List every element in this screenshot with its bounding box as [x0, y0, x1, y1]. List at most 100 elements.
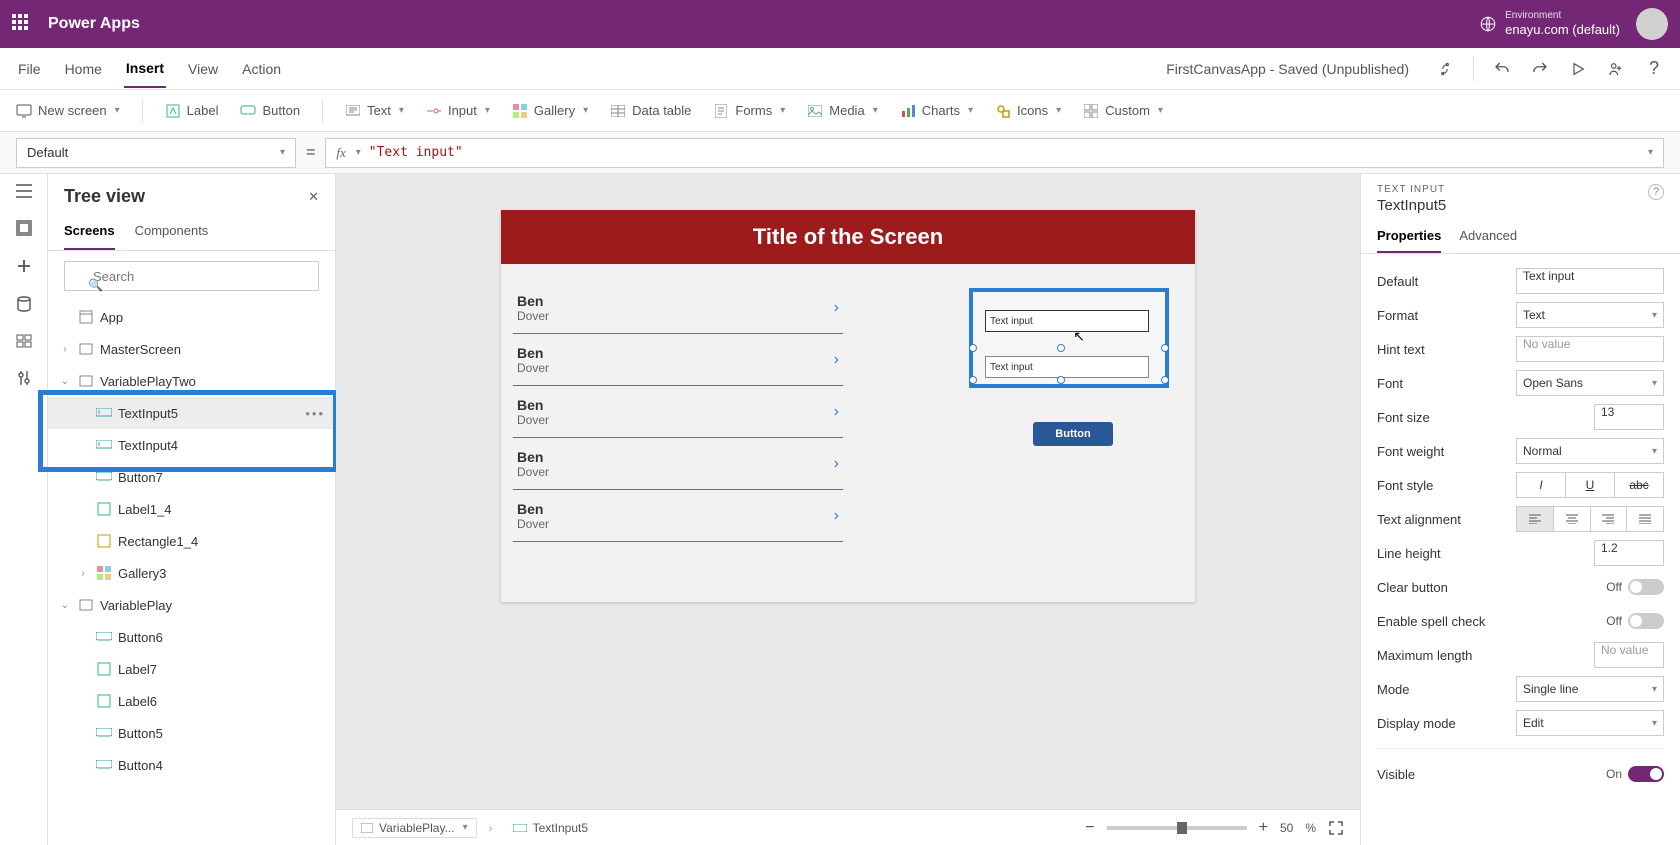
menu-view[interactable]: View — [186, 51, 220, 87]
media-rail-icon[interactable] — [16, 334, 32, 348]
prop-mode-select[interactable]: Single line▾ — [1516, 676, 1664, 702]
align-justify-button[interactable] — [1627, 506, 1664, 532]
hamburger-icon[interactable] — [15, 184, 33, 198]
add-icon[interactable] — [16, 258, 32, 274]
prop-hint-input[interactable]: No value — [1516, 336, 1664, 362]
resize-handle[interactable] — [1161, 376, 1169, 384]
tree-node-rectangle14[interactable]: Rectangle1_4 — [48, 525, 335, 557]
close-icon[interactable]: ✕ — [308, 189, 319, 205]
chevron-right-icon[interactable]: › — [834, 507, 839, 525]
insert-text-button[interactable]: Text▾ — [345, 103, 404, 119]
align-left-button[interactable] — [1516, 506, 1554, 532]
app-canvas[interactable]: Title of the Screen BenDover› BenDover› … — [501, 210, 1195, 602]
tree-node-variableplay[interactable]: ⌄VariablePlay — [48, 589, 335, 621]
visible-toggle[interactable] — [1628, 766, 1664, 782]
tree-node-textinput4[interactable]: TextInput4 — [48, 429, 335, 461]
chevron-right-icon[interactable]: › — [834, 455, 839, 473]
app-launcher-icon[interactable] — [12, 14, 32, 34]
tree-node-textinput5[interactable]: TextInput5••• — [48, 397, 335, 429]
tree-node-label6[interactable]: Label6 — [48, 685, 335, 717]
undo-icon[interactable] — [1492, 59, 1512, 79]
tree-node-button6[interactable]: Button6 — [48, 621, 335, 653]
data-icon[interactable] — [17, 296, 31, 312]
gallery-row[interactable]: BenDover› — [513, 438, 843, 490]
environment-selector[interactable]: Environment enayu.com (default) — [1505, 10, 1620, 38]
menu-insert[interactable]: Insert — [124, 50, 166, 88]
textinput4-control[interactable]: Text input — [985, 356, 1149, 378]
tab-advanced[interactable]: Advanced — [1459, 222, 1517, 253]
breadcrumb-screen[interactable]: VariablePlay...▾ — [352, 818, 477, 838]
spellcheck-toggle[interactable] — [1628, 613, 1664, 629]
resize-handle[interactable] — [969, 344, 977, 352]
insert-gallery-button[interactable]: Gallery▾ — [512, 103, 588, 119]
chevron-right-icon[interactable]: › — [834, 403, 839, 421]
gallery-row[interactable]: BenDover› — [513, 490, 843, 542]
prop-lineheight-input[interactable]: 1.2 — [1594, 540, 1664, 566]
share-icon[interactable] — [1606, 59, 1626, 79]
italic-button[interactable]: I — [1516, 472, 1566, 498]
advanced-tools-icon[interactable] — [17, 370, 31, 386]
menu-action[interactable]: Action — [240, 51, 283, 87]
tab-properties[interactable]: Properties — [1377, 222, 1441, 253]
tree-node-button4[interactable]: Button4 — [48, 749, 335, 781]
gallery-row[interactable]: BenDover› — [513, 334, 843, 386]
zoom-slider[interactable] — [1107, 826, 1247, 830]
tree-node-gallery3[interactable]: ›Gallery3 — [48, 557, 335, 589]
tab-components[interactable]: Components — [135, 217, 209, 250]
gallery-row[interactable]: BenDover› — [513, 282, 843, 334]
resize-handle[interactable] — [1057, 376, 1065, 384]
insert-button-button[interactable]: Button — [240, 103, 300, 119]
textinput5-control[interactable]: Text input — [985, 310, 1149, 332]
tree-node-variableplaytwo[interactable]: ⌄VariablePlayTwo — [48, 365, 335, 397]
prop-maxlen-input[interactable]: No value — [1594, 642, 1664, 668]
tree-node-button7[interactable]: Button7 — [48, 461, 335, 493]
insert-charts-button[interactable]: Charts▾ — [900, 103, 973, 119]
app-checker-icon[interactable] — [1435, 59, 1455, 79]
redo-icon[interactable] — [1530, 59, 1550, 79]
zoom-out-icon[interactable]: − — [1085, 819, 1094, 837]
zoom-in-icon[interactable]: + — [1259, 819, 1268, 837]
prop-fontweight-select[interactable]: Normal▾ — [1516, 438, 1664, 464]
align-right-button[interactable] — [1591, 506, 1628, 532]
selection-box[interactable]: Text input Text input — [969, 288, 1169, 388]
tab-screens[interactable]: Screens — [64, 217, 115, 250]
chevron-right-icon[interactable]: › — [834, 299, 839, 317]
tree-node-button5[interactable]: Button5 — [48, 717, 335, 749]
breadcrumb-control[interactable]: TextInput5 — [505, 819, 596, 837]
prop-default-input[interactable]: Text input — [1516, 268, 1664, 294]
new-screen-button[interactable]: New screen▾ — [16, 103, 120, 119]
property-selector[interactable]: Default ▾ — [16, 138, 296, 168]
insert-icons-button[interactable]: Icons▾ — [995, 103, 1061, 119]
play-icon[interactable] — [1568, 59, 1588, 79]
menu-file[interactable]: File — [16, 51, 43, 87]
button-control[interactable]: Button — [1033, 422, 1113, 446]
insert-label-button[interactable]: Label — [165, 103, 219, 119]
chevron-down-icon[interactable]: ▾ — [1648, 147, 1653, 158]
insert-custom-button[interactable]: Custom▾ — [1083, 103, 1163, 119]
tree-node-masterscreen[interactable]: ›MasterScreen — [48, 333, 335, 365]
gallery-row[interactable]: BenDover› — [513, 386, 843, 438]
insert-input-button[interactable]: Input▾ — [426, 103, 490, 119]
align-center-button[interactable] — [1554, 506, 1591, 532]
tree-node-label14[interactable]: Label1_4 — [48, 493, 335, 525]
info-icon[interactable]: ? — [1648, 184, 1664, 200]
prop-displaymode-select[interactable]: Edit▾ — [1516, 710, 1664, 736]
resize-handle[interactable] — [1161, 344, 1169, 352]
menu-home[interactable]: Home — [63, 51, 104, 87]
more-icon[interactable]: ••• — [305, 406, 325, 421]
strike-button[interactable]: abc — [1615, 472, 1664, 498]
help-icon[interactable]: ? — [1644, 59, 1664, 79]
chevron-right-icon[interactable]: › — [834, 351, 839, 369]
fit-screen-icon[interactable] — [1328, 820, 1344, 836]
underline-button[interactable]: U — [1566, 472, 1615, 498]
formula-input[interactable]: fx ▾ "Text input" ▾ — [325, 138, 1664, 168]
prop-font-select[interactable]: Open Sans▾ — [1516, 370, 1664, 396]
insert-datatable-button[interactable]: Data table — [610, 103, 691, 119]
prop-fontsize-input[interactable]: 13 — [1594, 404, 1664, 430]
user-avatar[interactable] — [1636, 8, 1668, 40]
zoom-thumb[interactable] — [1177, 822, 1187, 834]
gallery-control[interactable]: BenDover› BenDover› BenDover› BenDover› … — [513, 282, 843, 542]
clearbutton-toggle[interactable] — [1628, 579, 1664, 595]
prop-format-select[interactable]: Text▾ — [1516, 302, 1664, 328]
resize-handle[interactable] — [969, 376, 977, 384]
